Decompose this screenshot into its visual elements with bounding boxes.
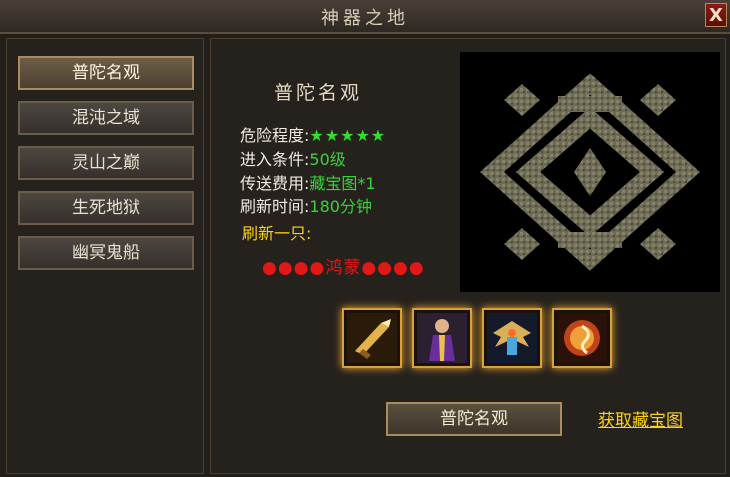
reward-slot-1[interactable] xyxy=(342,308,402,368)
map-preview xyxy=(460,52,720,292)
reward-slot-4[interactable] xyxy=(552,308,612,368)
nav-item-hundun[interactable]: 混沌之域 xyxy=(18,101,194,135)
cost-row: 传送费用:藏宝图*1 xyxy=(240,170,376,194)
nav-item-lingshan[interactable]: 灵山之巅 xyxy=(18,146,194,180)
cost-label: 传送费用: xyxy=(240,174,310,193)
close-button[interactable]: X xyxy=(705,3,727,27)
spawn-label: 刷新一只: xyxy=(242,224,312,243)
title-bar: 神器之地 X xyxy=(0,0,730,34)
refresh-value: 180分钟 xyxy=(309,197,372,216)
entry-row: 进入条件:50级 xyxy=(240,146,346,170)
danger-label: 危险程度: xyxy=(240,126,310,145)
reward-slot-2[interactable] xyxy=(412,308,472,368)
get-treasure-map-link[interactable]: 获取藏宝图 xyxy=(598,406,683,431)
map-info: 普陀名观 危险程度:★★★★★ 进入条件:50级 传送费用:藏宝图*1 刷新时间… xyxy=(222,52,458,292)
reward-slot-3[interactable] xyxy=(482,308,542,368)
teleport-button[interactable]: 普陀名观 xyxy=(386,402,562,436)
boss-name: ●●●●鸿蒙●●●● xyxy=(262,258,425,278)
map-name: 普陀名观 xyxy=(274,82,363,104)
refresh-row: 刷新时间:180分钟 xyxy=(240,193,372,217)
danger-stars: ★★★★★ xyxy=(309,126,387,145)
nav-item-putuo[interactable]: 普陀名观 xyxy=(18,56,194,90)
entry-label: 进入条件: xyxy=(240,150,310,169)
window-title: 神器之地 xyxy=(321,8,409,29)
refresh-label: 刷新时间: xyxy=(240,197,310,216)
fire-orb-icon xyxy=(557,313,607,363)
entry-value: 50级 xyxy=(309,150,346,169)
map-layout-icon xyxy=(480,73,700,271)
winged-armor-icon xyxy=(487,313,537,363)
game-window: 神器之地 X 普陀名观 混沌之域 灵山之巅 生死地狱 幽冥鬼船 普陀名观 危险程… xyxy=(0,0,730,477)
golden-blade-icon xyxy=(347,313,397,363)
nav-item-shengsi[interactable]: 生死地狱 xyxy=(18,191,194,225)
danger-row: 危险程度:★★★★★ xyxy=(240,122,386,146)
cost-value: 藏宝图*1 xyxy=(309,174,376,193)
nav-item-youming[interactable]: 幽冥鬼船 xyxy=(18,236,194,270)
robed-figure-icon xyxy=(417,313,467,363)
